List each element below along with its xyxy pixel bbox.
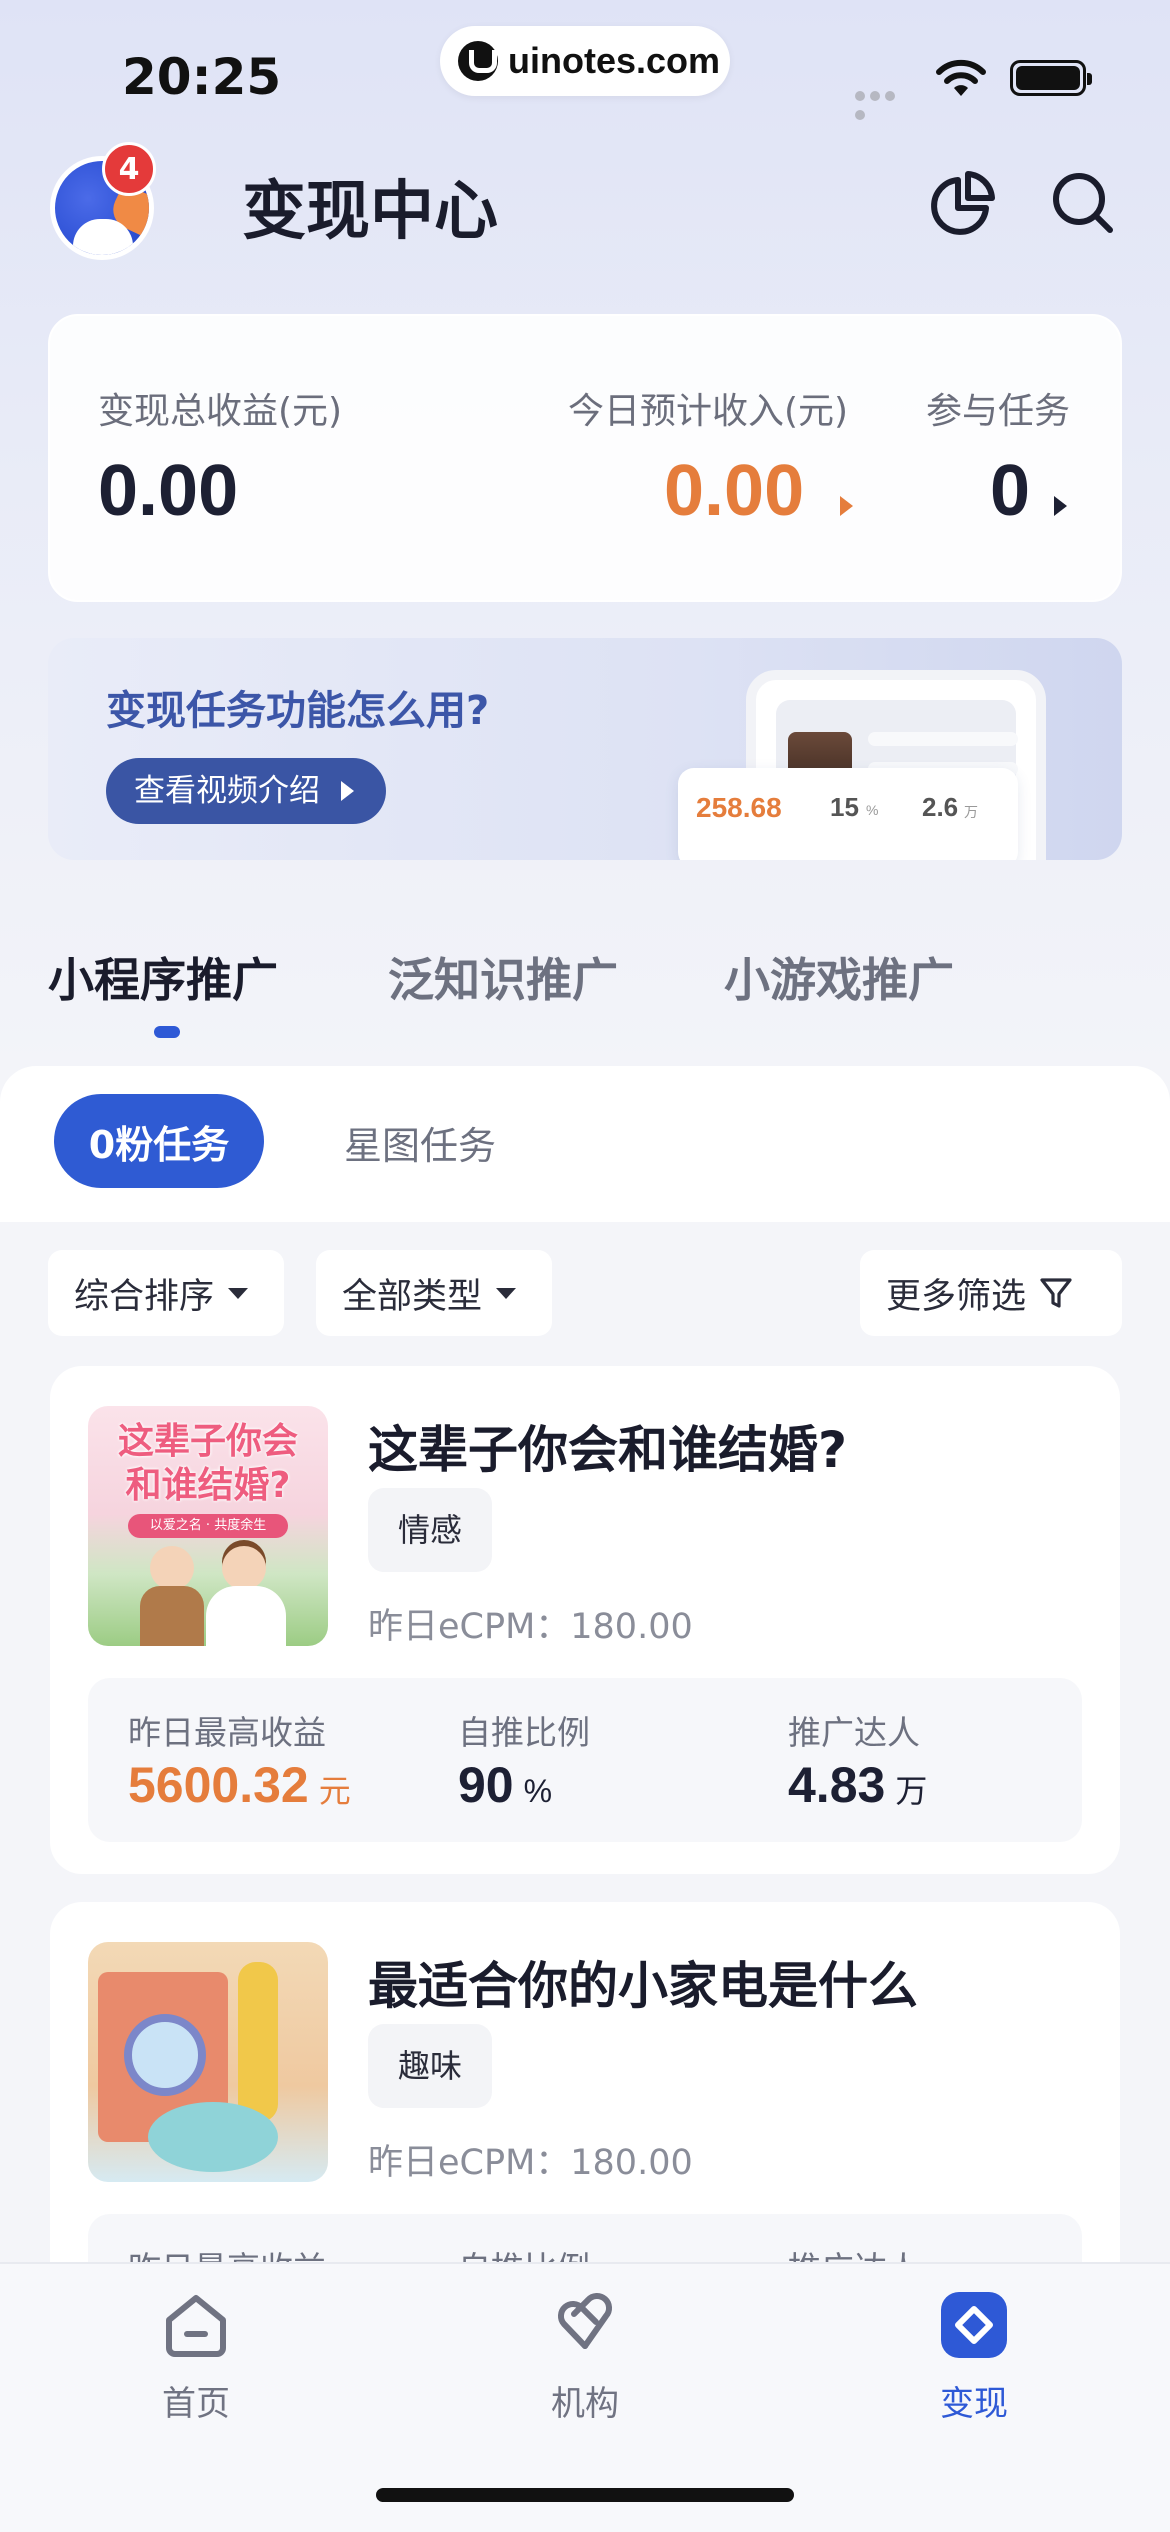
type-dropdown[interactable]: 全部类型 [316, 1250, 552, 1336]
how-to-banner[interactable]: 变现任务功能怎么用? 查看视频介绍 258.68 15 % 2.6 万 [48, 638, 1122, 860]
mock-stat-earnings: 258.68 [696, 792, 782, 823]
self-promo-ratio-value: 90% [458, 1756, 552, 1814]
task-title: 最适合你的小家电是什么 [368, 1957, 918, 2015]
thumbnail-caption-line-1: 这辈子你会 [117, 1421, 298, 1462]
battery-icon [1010, 60, 1092, 96]
site-logo-icon [458, 41, 498, 81]
earnings-summary-card: 变现总收益(元) 0.00 今日预计收入(元) 0.00 参与任务 0 [48, 314, 1122, 602]
self-promo-ratio-unit: % [523, 1773, 553, 1809]
self-promo-ratio-number: 90 [458, 1757, 514, 1813]
task-category-tag: 情感 [368, 1488, 493, 1572]
today-income-arrow-icon[interactable] [840, 496, 853, 516]
stats-illustration: 258.68 15 % 2.6 万 [678, 768, 1018, 860]
tasks-joined-value[interactable]: 0 [990, 450, 1030, 532]
url-pill: uinotes.com [440, 26, 730, 96]
promoters-value: 4.83 万 [788, 1756, 927, 1814]
total-earnings-value: 0.00 [98, 451, 239, 531]
mock-stat-promoters-unit: 万 [964, 804, 978, 820]
task-thumbnail [88, 1942, 328, 2182]
nav-organization-label: 机构 [551, 2384, 619, 2424]
task-ecpm: 昨日eCPM：180.00 [368, 1607, 693, 1647]
nav-monetize-label: 变现 [940, 2384, 1008, 2424]
sort-label: 综合排序 [74, 1276, 215, 1317]
caret-down-icon [496, 1287, 517, 1299]
more-filters-label: 更多筛选 [886, 1276, 1027, 1317]
tab-mini-game[interactable]: 小游戏推广 [724, 944, 954, 1010]
tasks-joined-label: 参与任务 [926, 391, 1071, 432]
home-indicator [376, 2488, 794, 2502]
tab-mini-program[interactable]: 小程序推广 [48, 944, 278, 1010]
mock-stat-promoters: 2.6 [922, 792, 959, 822]
tab-knowledge[interactable]: 泛知识推广 [388, 944, 618, 1010]
filter-funnel-icon [1040, 1278, 1072, 1308]
today-income-label: 今日预计收入(元) [568, 391, 849, 432]
search-icon[interactable] [1048, 168, 1118, 238]
sort-dropdown[interactable]: 综合排序 [48, 1250, 284, 1336]
task-ecpm: 昨日eCPM：180.00 [368, 2143, 693, 2183]
more-filters-button[interactable]: 更多筛选 [860, 1250, 1122, 1336]
task-stats: 昨日最高收益 5600.32 元 自推比例 90% 推广达人 4.83 万 [88, 1678, 1082, 1842]
banner-title: 变现任务功能怎么用? [106, 688, 490, 734]
nav-home[interactable]: 首页 [96, 2290, 296, 2425]
promoters-unit: 万 [895, 1773, 928, 1809]
home-icon [166, 2295, 226, 2357]
tab-xingtu-tasks[interactable]: 星图任务 [344, 1115, 496, 1170]
max-earnings-unit: 元 [318, 1773, 351, 1809]
max-earnings-label: 昨日最高收益 [128, 1713, 326, 1752]
nav-home-label: 首页 [162, 2384, 230, 2424]
status-bar: 20:25 uinotes.com [0, 0, 1170, 130]
page-title: 变现中心 [242, 175, 498, 249]
tab-zero-fans-tasks[interactable]: 0粉任务 [54, 1094, 264, 1188]
monetize-icon [941, 2292, 1007, 2358]
max-earnings-value: 5600.32 元 [128, 1756, 351, 1814]
total-earnings-label: 变现总收益(元) [98, 391, 343, 432]
tasks-joined-arrow-icon[interactable] [1054, 496, 1067, 516]
organization-icon [557, 2292, 613, 2349]
thumbnail-subtitle: 以爱之名 · 共度余生 [128, 1514, 288, 1538]
task-card[interactable]: 这辈子你会 和谁结婚? 以爱之名 · 共度余生 这辈子你会和谁结婚? 情感 昨日… [50, 1366, 1120, 1874]
promoters-label: 推广达人 [788, 1713, 920, 1752]
promoters-number: 4.83 [788, 1757, 886, 1813]
notification-badge: 4 [102, 142, 156, 196]
play-arrow-icon [341, 781, 354, 801]
nav-monetize[interactable]: 变现 [874, 2290, 1074, 2425]
pie-chart-icon[interactable] [928, 168, 998, 238]
today-income-value[interactable]: 0.00 [664, 450, 804, 532]
status-time: 20:25 [122, 48, 282, 106]
caret-down-icon [228, 1287, 249, 1299]
mock-stat-ratio: 15 [830, 792, 859, 822]
cellular-signal-icon [855, 86, 913, 120]
active-tab-indicator [154, 1026, 180, 1038]
wifi-icon [936, 59, 986, 96]
type-label: 全部类型 [342, 1276, 483, 1317]
nav-organization[interactable]: 机构 [485, 2290, 685, 2425]
self-promo-ratio-label: 自推比例 [458, 1713, 590, 1752]
watch-video-button[interactable]: 查看视频介绍 [106, 758, 386, 824]
task-category-tag: 趣味 [368, 2024, 493, 2108]
max-earnings-number: 5600.32 [128, 1757, 309, 1813]
url-text: uinotes.com [508, 40, 721, 81]
thumbnail-caption-line-2: 和谁结婚? [125, 1465, 291, 1506]
task-title: 这辈子你会和谁结婚? [368, 1421, 848, 1479]
task-thumbnail: 这辈子你会 和谁结婚? 以爱之名 · 共度余生 [88, 1406, 328, 1646]
mock-stat-ratio-unit: % [866, 802, 879, 818]
watch-video-label: 查看视频介绍 [134, 773, 320, 809]
